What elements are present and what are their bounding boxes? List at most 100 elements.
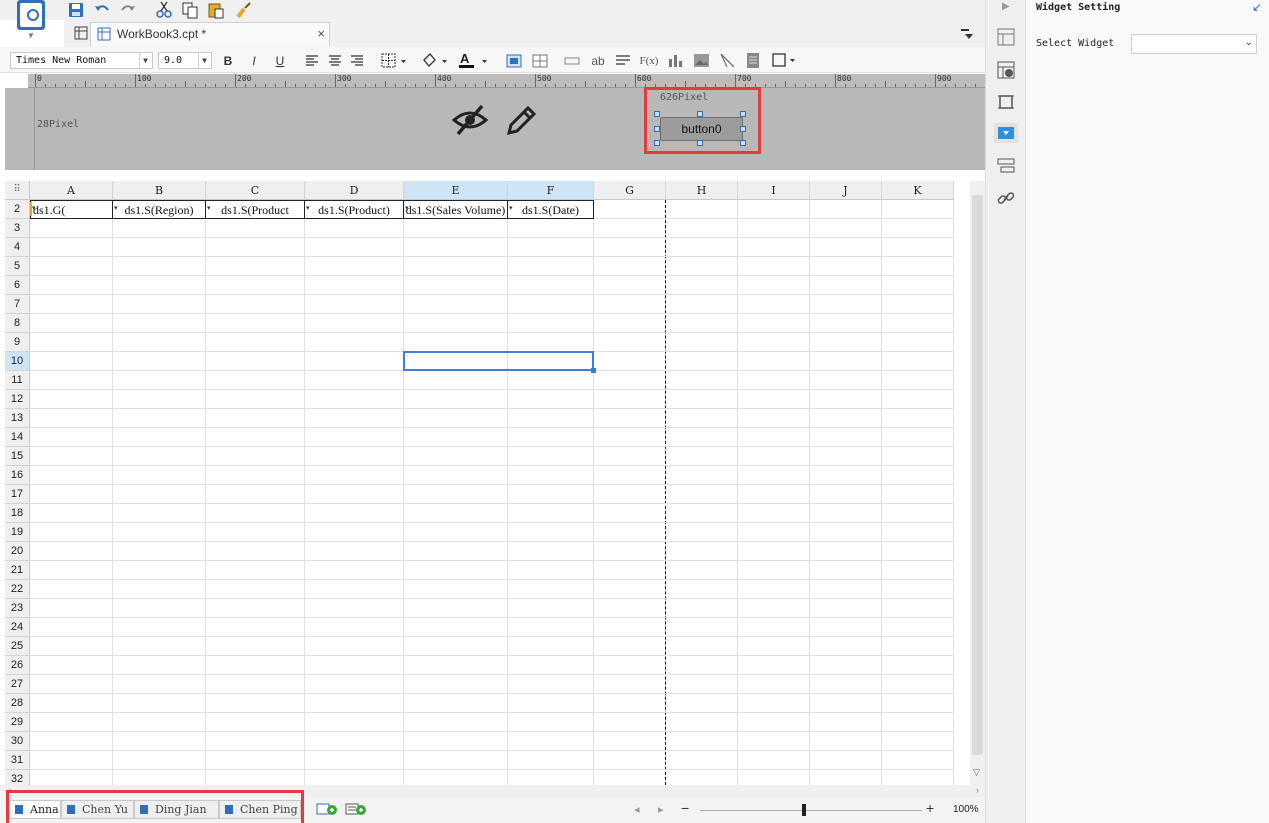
column-header-d[interactable]: D: [305, 181, 404, 200]
column-header-e[interactable]: E: [404, 181, 508, 200]
save-icon[interactable]: [67, 1, 85, 19]
page-next-icon[interactable]: ▸: [658, 803, 664, 816]
font-color-icon[interactable]: A: [458, 51, 488, 70]
row-header-3[interactable]: 3: [5, 219, 30, 238]
underline-button[interactable]: U: [271, 53, 289, 69]
row-header-17[interactable]: 17: [5, 485, 30, 504]
hyperlink-icon[interactable]: [997, 189, 1015, 207]
tab-workbook3[interactable]: WorkBook3.cpt * ×: [90, 22, 330, 46]
cell-c2[interactable]: ▾ ds1.S(Product: [206, 200, 305, 219]
cut-icon[interactable]: [155, 1, 173, 19]
column-header-h[interactable]: H: [666, 181, 738, 200]
float-element-icon[interactable]: [997, 93, 1015, 111]
column-header-i[interactable]: I: [738, 181, 810, 200]
redo-icon[interactable]: [119, 1, 137, 19]
eye-hidden-icon[interactable]: [451, 103, 489, 137]
column-header-c[interactable]: C: [206, 181, 305, 200]
row-header-32[interactable]: 32: [5, 770, 30, 785]
resize-handle[interactable]: [654, 140, 660, 146]
image-icon[interactable]: [693, 53, 710, 68]
row-header-26[interactable]: 26: [5, 656, 30, 675]
align-center-icon[interactable]: [328, 54, 342, 68]
app-menu-arrow-icon[interactable]: ▼: [27, 32, 35, 40]
add-sheet-icon[interactable]: [316, 802, 338, 816]
border-icon[interactable]: [381, 53, 407, 69]
chart-icon[interactable]: [667, 52, 683, 68]
resize-handle[interactable]: [654, 125, 660, 132]
fill-handle[interactable]: [591, 368, 596, 373]
row-header-2[interactable]: 2: [5, 200, 30, 219]
resize-handle[interactable]: [740, 140, 746, 146]
cell-f2[interactable]: ▾ ds1.S(Date): [508, 200, 594, 219]
text-widget-button[interactable]: ab: [589, 53, 607, 69]
tab-list-dropdown-icon[interactable]: [959, 26, 974, 41]
zoom-slider-track[interactable]: [700, 810, 922, 811]
fill-color-icon[interactable]: [420, 52, 448, 70]
condition-attribute-icon[interactable]: [997, 157, 1015, 175]
scroll-down-icon[interactable]: ▽: [973, 767, 980, 778]
tab-close-icon[interactable]: ×: [317, 26, 325, 41]
row-header-30[interactable]: 30: [5, 732, 30, 751]
column-header-j[interactable]: J: [810, 181, 882, 200]
row-header-25[interactable]: 25: [5, 637, 30, 656]
sub-report-icon[interactable]: [746, 52, 760, 69]
resize-handle[interactable]: [697, 111, 703, 117]
row-header-10[interactable]: 10: [5, 352, 30, 371]
form-button0[interactable]: button0: [660, 117, 743, 141]
row-header-16[interactable]: 16: [5, 466, 30, 485]
row-header-14[interactable]: 14: [5, 428, 30, 447]
resize-handle[interactable]: [740, 111, 746, 117]
italic-button[interactable]: I: [245, 53, 263, 69]
row-header-9[interactable]: 9: [5, 333, 30, 352]
column-header-g[interactable]: G: [594, 181, 666, 200]
bold-button[interactable]: B: [219, 53, 237, 69]
align-left-icon[interactable]: [305, 54, 319, 68]
row-header-31[interactable]: 31: [5, 751, 30, 770]
column-header-b[interactable]: B: [113, 181, 206, 200]
row-header-11[interactable]: 11: [5, 371, 30, 390]
zoom-out-button[interactable]: −: [681, 800, 689, 816]
undo-icon[interactable]: [93, 1, 111, 19]
text-field-icon[interactable]: [564, 55, 580, 67]
add-poly-sheet-icon[interactable]: [345, 802, 367, 816]
scroll-right-icon[interactable]: ›: [976, 785, 979, 795]
row-header-4[interactable]: 4: [5, 238, 30, 257]
vertical-scroll-thumb[interactable]: [972, 195, 983, 755]
row-header-8[interactable]: 8: [5, 314, 30, 333]
row-header-23[interactable]: 23: [5, 599, 30, 618]
row-header-6[interactable]: 6: [5, 276, 30, 295]
row-header-21[interactable]: 21: [5, 561, 30, 580]
split-cell-icon[interactable]: [532, 53, 548, 69]
row-header-18[interactable]: 18: [5, 504, 30, 523]
select-widget-dropdown[interactable]: ⌄: [1131, 34, 1257, 54]
resize-handle[interactable]: [697, 140, 703, 146]
paste-icon[interactable]: [207, 1, 225, 19]
row-header-29[interactable]: 29: [5, 713, 30, 732]
formula-button[interactable]: F(x): [637, 53, 661, 69]
font-family-select[interactable]: Times New Roman ▼: [10, 52, 153, 69]
column-header-f[interactable]: F: [508, 181, 594, 200]
widget-border-icon[interactable]: [772, 52, 796, 69]
font-size-select[interactable]: 9.0 ▼: [158, 52, 212, 69]
cell-attribute-icon[interactable]: [997, 28, 1015, 46]
row-header-5[interactable]: 5: [5, 257, 30, 276]
page-prev-icon[interactable]: ◂: [634, 803, 640, 816]
merge-cell-icon[interactable]: [506, 53, 522, 69]
cell-a2[interactable]: ▾ ds1.G(: [30, 200, 113, 219]
zoom-slider-thumb[interactable]: [802, 804, 806, 816]
row-header-27[interactable]: 27: [5, 675, 30, 694]
row-header-28[interactable]: 28: [5, 694, 30, 713]
collapse-arrow-icon[interactable]: ▶: [1002, 1, 1010, 12]
widget-setting-tab[interactable]: [994, 123, 1018, 143]
row-header-22[interactable]: 22: [5, 580, 30, 599]
panel-resize-icon[interactable]: ↙: [1252, 0, 1262, 14]
vertical-scrollbar[interactable]: ▽: [970, 181, 985, 785]
select-all-corner[interactable]: ⠿: [5, 181, 30, 200]
cell-selection-e10-f10[interactable]: [403, 351, 594, 371]
richtext-icon[interactable]: [615, 53, 631, 69]
align-right-icon[interactable]: [350, 54, 364, 68]
row-header-13[interactable]: 13: [5, 409, 30, 428]
row-header-12[interactable]: 12: [5, 390, 30, 409]
pencil-icon[interactable]: [504, 104, 538, 138]
resize-handle[interactable]: [654, 111, 660, 117]
